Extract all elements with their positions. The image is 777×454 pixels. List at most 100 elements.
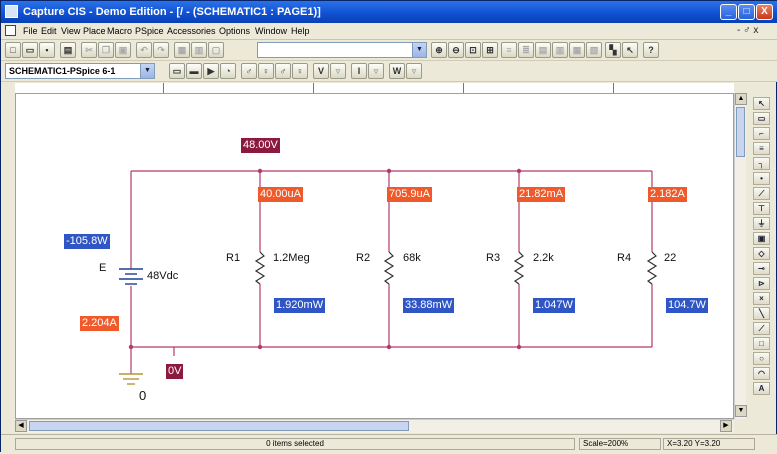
document-icon[interactable]: [5, 25, 16, 36]
bias-current-toggle[interactable]: I: [351, 63, 367, 79]
undo-icon[interactable]: ↶: [136, 42, 152, 58]
menu-place[interactable]: Place: [83, 26, 106, 36]
zoom-all-icon[interactable]: ⊞: [482, 42, 498, 58]
r1-power-label[interactable]: 1.920mW: [274, 298, 326, 313]
menu-help[interactable]: Help: [291, 26, 310, 36]
r4-power-label[interactable]: 104.7W: [666, 298, 708, 313]
save-icon[interactable]: ▪: [39, 42, 55, 58]
r2-value[interactable]: 68k: [403, 252, 421, 264]
r1-name[interactable]: R1: [226, 252, 240, 264]
place-hierarchical-block-icon[interactable]: ▣: [753, 232, 770, 245]
r3-current-label[interactable]: 21.82mA: [517, 187, 566, 202]
horizontal-scroll-thumb[interactable]: [29, 421, 409, 431]
bias-power-toggle[interactable]: W: [389, 63, 405, 79]
minimize-button[interactable]: _: [720, 4, 737, 20]
menu-pspice[interactable]: PSpice: [135, 26, 164, 36]
place-arc-icon[interactable]: ◠: [753, 367, 770, 380]
drc-icon[interactable]: ▤: [535, 42, 551, 58]
new-profile-icon[interactable]: ▭: [169, 63, 185, 79]
edit-profile-icon[interactable]: ▬: [186, 63, 202, 79]
power-marker-icon[interactable]: ♂: [275, 63, 291, 79]
print-icon[interactable]: ▤: [60, 42, 76, 58]
current-marker-icon[interactable]: ♀: [258, 63, 274, 79]
place-rectangle-icon[interactable]: □: [753, 337, 770, 350]
bias-voltage-toggle[interactable]: V: [313, 63, 329, 79]
place-polyline-icon[interactable]: ⟋: [753, 322, 770, 335]
menu-window[interactable]: Window: [255, 26, 287, 36]
select-tool-icon[interactable]: ↖: [753, 97, 770, 110]
place-pin-icon[interactable]: ⊸: [753, 262, 770, 275]
copy-icon[interactable]: ❐: [98, 42, 114, 58]
grid-icon[interactable]: ▦: [174, 42, 190, 58]
view-results-icon[interactable]: ◔: [220, 63, 236, 79]
menu-accessories[interactable]: Accessories: [167, 26, 216, 36]
pointer-icon[interactable]: ↖: [622, 42, 638, 58]
menu-view[interactable]: View: [61, 26, 80, 36]
bias-power-select-icon[interactable]: ▿: [406, 63, 422, 79]
source-value[interactable]: 48Vdc: [147, 270, 178, 282]
place-line-icon[interactable]: ╲: [753, 307, 770, 320]
part-combo[interactable]: ▼: [257, 42, 427, 58]
menu-options[interactable]: Options: [219, 26, 250, 36]
close-button[interactable]: X: [756, 4, 773, 20]
menu-macro[interactable]: Macro: [107, 26, 132, 36]
r4-name[interactable]: R4: [617, 252, 631, 264]
place-power-icon[interactable]: ⊤: [753, 202, 770, 215]
place-ellipse-icon[interactable]: ○: [753, 352, 770, 365]
r1-value[interactable]: 1.2Meg: [273, 252, 310, 264]
help-icon[interactable]: ?: [643, 42, 659, 58]
menu-file[interactable]: File: [23, 26, 38, 36]
node-voltage-bottom-label[interactable]: 0V: [166, 364, 184, 379]
app-icon[interactable]: [5, 5, 18, 18]
place-junction-icon[interactable]: •: [753, 172, 770, 185]
place-port-icon[interactable]: ◇: [753, 247, 770, 260]
source-power-label[interactable]: -105.8W: [64, 234, 110, 249]
vertical-scrollbar[interactable]: ▲ ▼: [734, 93, 747, 419]
schematic-canvas[interactable]: 48.00V 0V -105.8W 2.204A 40.00uA 705.9uA…: [15, 93, 734, 419]
voltage-marker-icon[interactable]: ♂: [241, 63, 257, 79]
r2-current-label[interactable]: 705.9uA: [387, 187, 432, 202]
chevron-down-icon[interactable]: ▼: [140, 64, 154, 78]
zoom-out-icon[interactable]: ⊖: [448, 42, 464, 58]
diff-marker-icon[interactable]: ♀: [292, 63, 308, 79]
mdi-controls[interactable]: - ♂ x: [737, 25, 758, 36]
place-text-icon[interactable]: A: [753, 382, 770, 395]
title-bar[interactable]: Capture CIS - Demo Edition - [/ - (SCHEM…: [1, 1, 777, 23]
backannotate-icon[interactable]: ≣: [518, 42, 534, 58]
bias-current-select-icon[interactable]: ▿: [368, 63, 384, 79]
simulation-profile-combo[interactable]: SCHEMATIC1-PSpice 6-1 ▼: [5, 63, 155, 79]
place-ground-icon[interactable]: ⏚: [753, 217, 770, 230]
place-off-page-icon[interactable]: ⊳: [753, 277, 770, 290]
cut-icon[interactable]: ✂: [81, 42, 97, 58]
paste-icon[interactable]: ▣: [115, 42, 131, 58]
new-icon[interactable]: □: [5, 42, 21, 58]
source-name[interactable]: E: [99, 262, 106, 274]
chevron-down-icon[interactable]: ▼: [412, 43, 426, 57]
netlist-icon[interactable]: ▥: [552, 42, 568, 58]
area-select-icon[interactable]: ▢: [208, 42, 224, 58]
place-wire-icon[interactable]: ⌐: [753, 127, 770, 140]
scroll-left-icon[interactable]: ◀: [15, 420, 27, 432]
menu-edit[interactable]: Edit: [41, 26, 57, 36]
project-manager-icon[interactable]: ▚: [605, 42, 621, 58]
annotate-icon[interactable]: ≡: [501, 42, 517, 58]
place-net-alias-icon[interactable]: ≡: [753, 142, 770, 155]
scroll-down-icon[interactable]: ▼: [735, 405, 747, 417]
scroll-up-icon[interactable]: ▲: [735, 93, 747, 105]
zoom-in-icon[interactable]: ⊕: [431, 42, 447, 58]
place-bus-entry-icon[interactable]: ⟋: [753, 187, 770, 200]
run-icon[interactable]: ▶: [203, 63, 219, 79]
crossref-icon[interactable]: ▧: [586, 42, 602, 58]
vertical-scroll-thumb[interactable]: [736, 107, 745, 157]
redo-icon[interactable]: ↷: [153, 42, 169, 58]
r4-value[interactable]: 22: [664, 252, 676, 264]
open-icon[interactable]: ▭: [22, 42, 38, 58]
bias-voltage-select-icon[interactable]: ▿: [330, 63, 346, 79]
r3-name[interactable]: R3: [486, 252, 500, 264]
node-voltage-top-label[interactable]: 48.00V: [241, 138, 280, 153]
snap-grid-icon[interactable]: ▥: [191, 42, 207, 58]
r3-power-label[interactable]: 1.047W: [533, 298, 575, 313]
place-part-icon[interactable]: ▭: [753, 112, 770, 125]
place-bus-icon[interactable]: ┐: [753, 157, 770, 170]
zoom-area-icon[interactable]: ⊡: [465, 42, 481, 58]
